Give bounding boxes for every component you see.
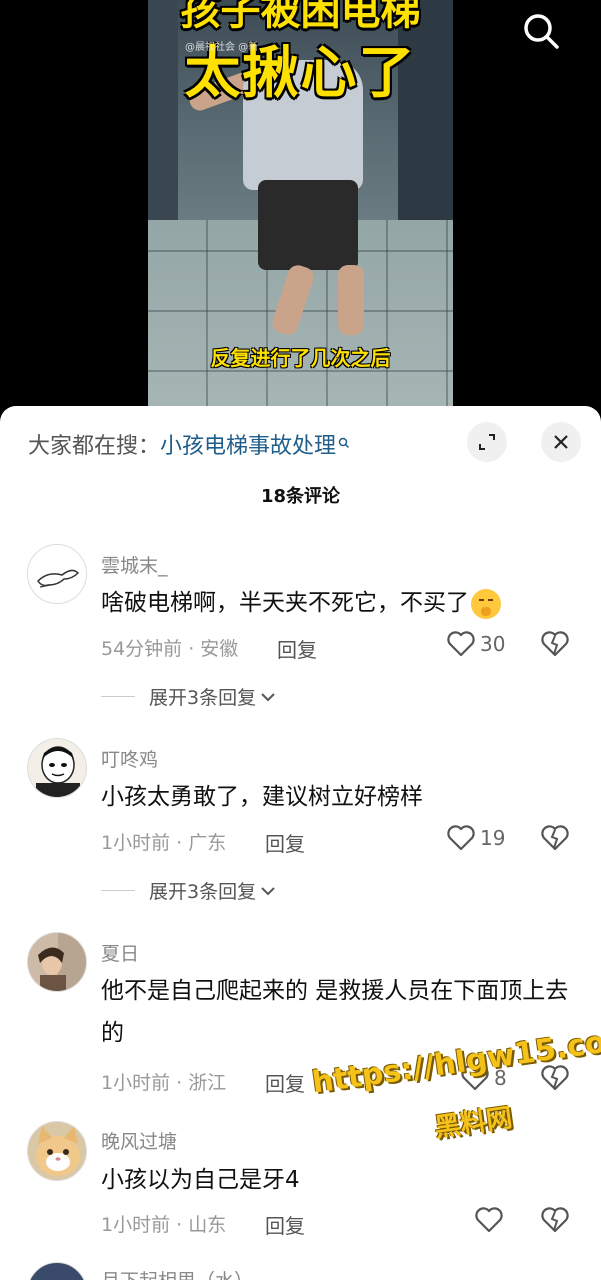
reply-button[interactable]: 回复: [265, 1068, 305, 1097]
expand-replies-label: 展开3条回复: [149, 687, 257, 709]
like-count: 19: [480, 826, 506, 850]
comment-username[interactable]: 叮咚鸡: [101, 745, 158, 772]
shushing-emoji-icon: [471, 588, 501, 619]
expand-button[interactable]: [467, 422, 507, 462]
expand-icon: [479, 434, 495, 450]
comment-username[interactable]: 夏日: [101, 939, 139, 966]
comment-username[interactable]: 晚风过塘: [101, 1127, 177, 1154]
reply-button[interactable]: 回复: [277, 634, 317, 663]
comment-meta: 1小时前 · 广东: [101, 832, 227, 854]
search-small-icon: [338, 430, 350, 455]
heart-icon: [447, 825, 475, 851]
broken-heart-icon: [541, 1207, 569, 1233]
comment-count: 18条评论: [260, 486, 341, 507]
avatar[interactable]: [27, 1121, 87, 1181]
comment-text: 小孩以为自己是牙4: [101, 1167, 300, 1193]
avatar[interactable]: [27, 738, 87, 798]
video-player[interactable]: 孩子被困电梯 太揪心了 @晨视社会 @新 反复进行了几次之后: [0, 0, 601, 430]
comment-username[interactable]: 月下起相思（水）: [101, 1266, 253, 1280]
like-button[interactable]: [474, 1206, 504, 1234]
heart-icon: [475, 1207, 503, 1233]
trending-search-label: 大家都在搜：: [28, 434, 161, 459]
chevron-down-icon: [261, 886, 275, 895]
reply-button[interactable]: 回复: [265, 828, 305, 857]
divider: [101, 696, 135, 697]
dislike-button[interactable]: [540, 630, 570, 662]
video-title-line2: 太揪心了: [184, 41, 417, 106]
like-count: 30: [480, 632, 506, 656]
expand-replies[interactable]: 展开3条回复: [101, 877, 276, 904]
close-icon: [554, 435, 568, 449]
broken-heart-icon: [541, 631, 569, 657]
heart-icon: [447, 631, 475, 657]
trending-search[interactable]: 大家都在搜：小孩电梯事故处理: [28, 428, 350, 460]
comment-text: 小孩太勇敢了，建议树立好榜样: [101, 784, 423, 810]
dislike-button[interactable]: [540, 1064, 570, 1096]
dislike-button[interactable]: [540, 824, 570, 856]
avatar[interactable]: [27, 544, 87, 604]
expand-replies[interactable]: 展开3条回复: [101, 683, 276, 710]
expand-replies-label: 展开3条回复: [149, 881, 257, 903]
like-button[interactable]: 30: [446, 630, 505, 658]
comment-text-content: 啥破电梯啊，半天夹不死它，不买了: [101, 590, 469, 616]
comment-username[interactable]: 雲城末_: [101, 551, 168, 578]
comment-text: 啥破电梯啊，半天夹不死它，不买了: [101, 582, 573, 624]
dislike-button[interactable]: [540, 1206, 570, 1238]
close-button[interactable]: [541, 422, 581, 462]
comment-meta: 54分钟前 · 安徽: [101, 638, 239, 660]
avatar[interactable]: [27, 932, 87, 992]
like-button[interactable]: 19: [446, 824, 505, 852]
broken-heart-icon: [541, 825, 569, 851]
reply-button[interactable]: 回复: [265, 1210, 305, 1239]
child-leg: [338, 265, 364, 335]
chevron-down-icon: [261, 692, 275, 701]
divider: [101, 890, 135, 891]
comment-meta: 1小时前 · 山东: [101, 1214, 227, 1236]
trending-search-query[interactable]: 小孩电梯事故处理: [160, 434, 336, 459]
video-caption: 反复进行了几次之后: [210, 346, 391, 370]
comment-meta: 1小时前 · 浙江: [101, 1072, 227, 1094]
child-shorts: [258, 180, 358, 270]
search-icon[interactable]: [520, 10, 562, 52]
video-source-tag: @晨视社会 @新: [185, 42, 259, 53]
